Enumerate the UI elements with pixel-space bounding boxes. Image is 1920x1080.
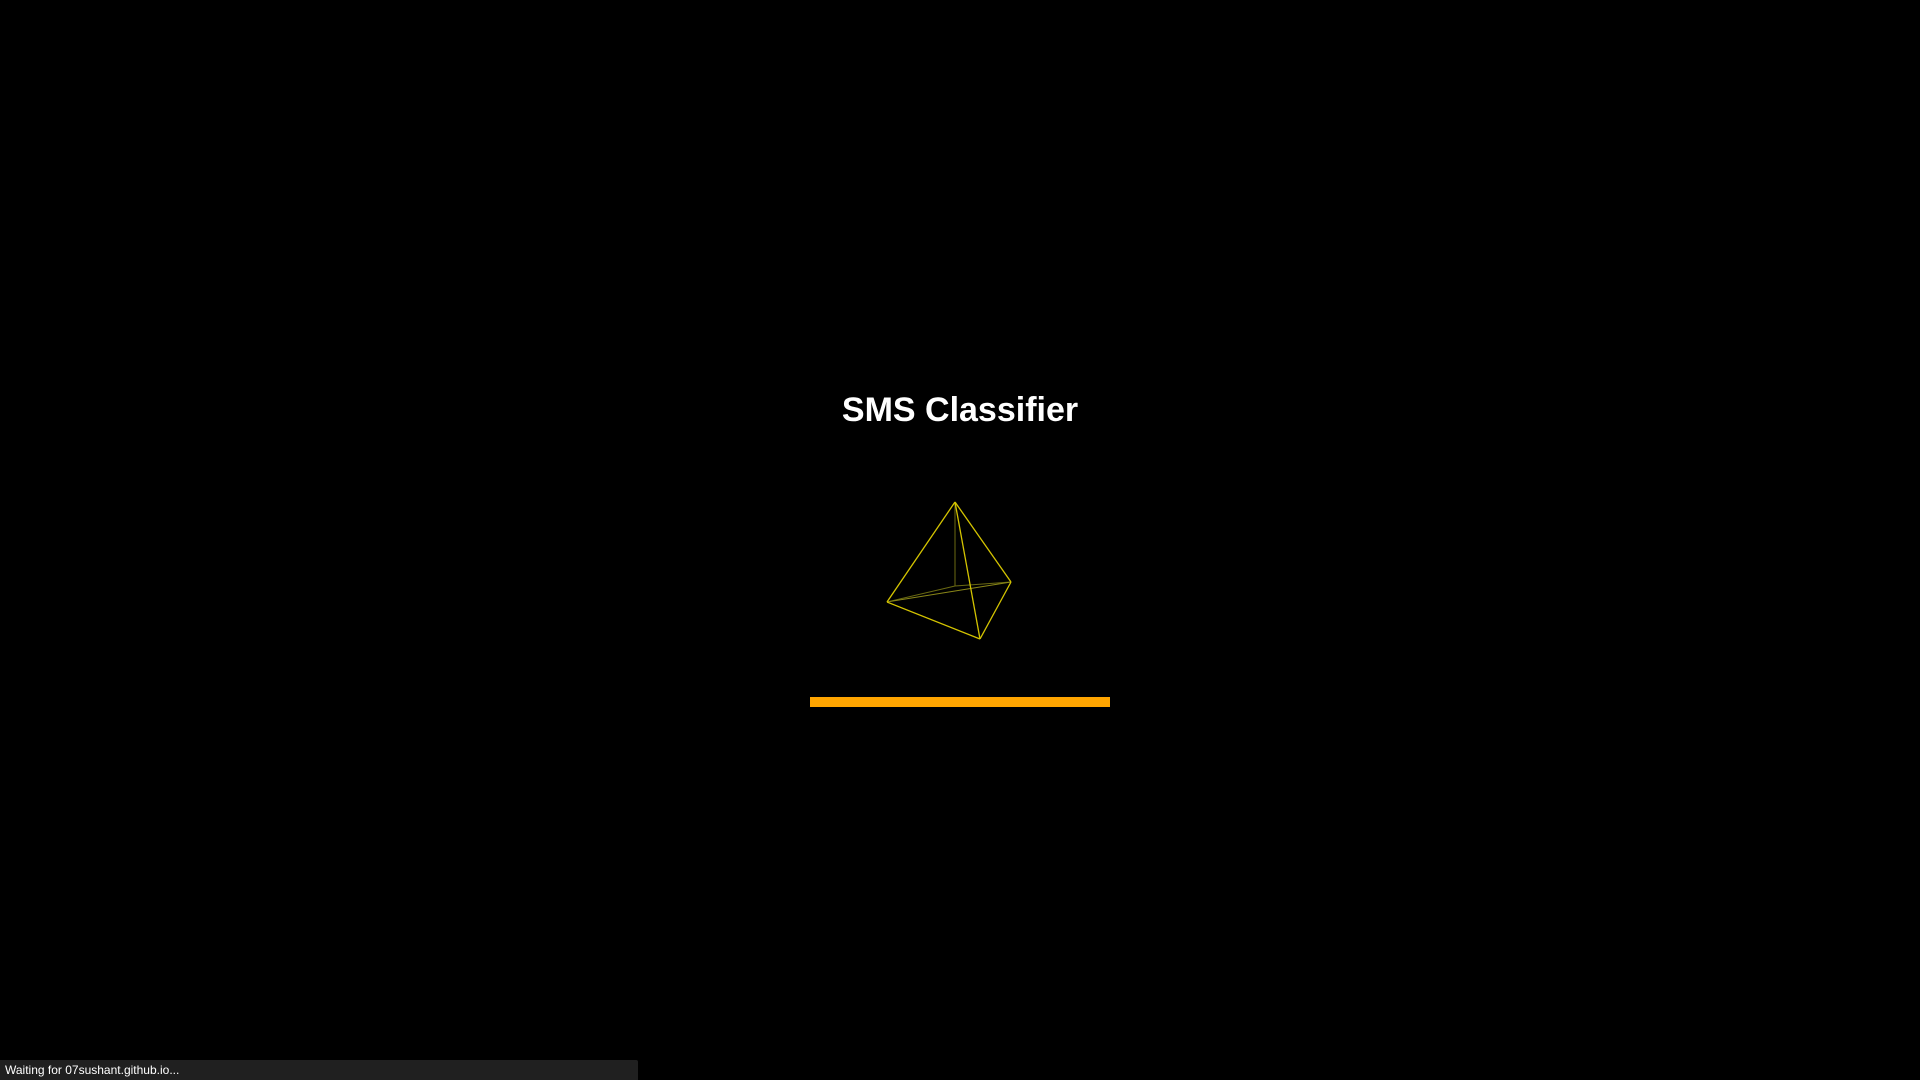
page-title: SMS Classifier <box>841 391 1079 429</box>
browser-status-bar: Waiting for 07sushant.github.io... <box>0 1060 638 1080</box>
loading-progress-bar <box>810 697 1110 707</box>
wireframe-tetrahedron-icon <box>886 501 1012 640</box>
loading-screen: SMS Classifier Waiting for 07sushant.git… <box>0 0 1920 1080</box>
loading-progress-fill <box>810 697 1110 707</box>
